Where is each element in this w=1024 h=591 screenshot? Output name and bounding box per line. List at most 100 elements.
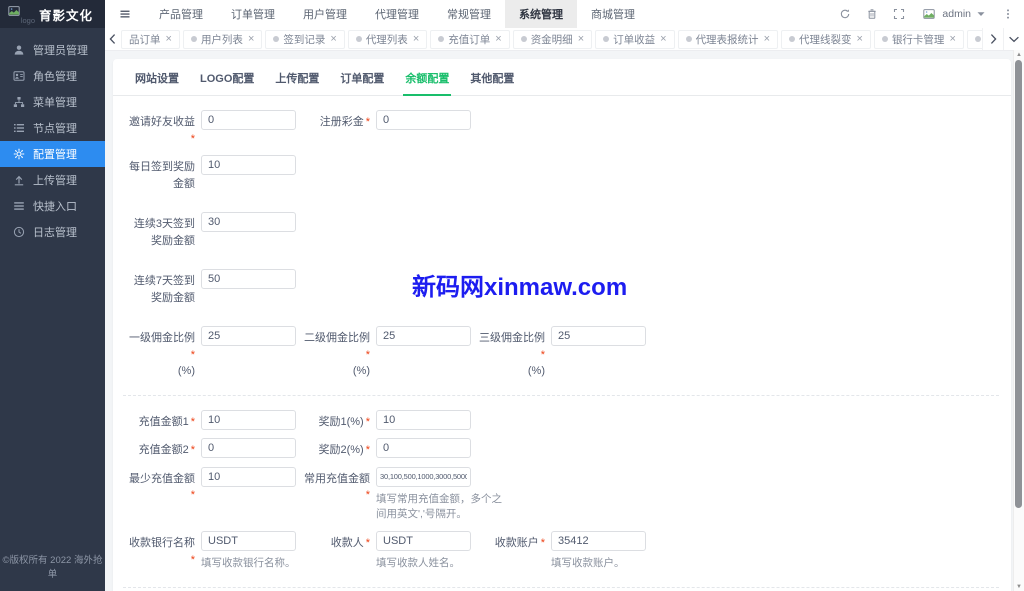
tab-close-icon[interactable]: × <box>578 34 584 45</box>
tabs-controls <box>982 28 1024 50</box>
required-asterisk: * <box>191 489 195 501</box>
config-tab-order[interactable]: 订单配置 <box>338 59 386 95</box>
sidebar-item-logs[interactable]: 日志管理 <box>0 219 105 245</box>
scroll-up-arrow-icon[interactable]: ▲ <box>1014 50 1024 59</box>
sidebar-item-config[interactable]: 配置管理 <box>0 141 105 167</box>
required-asterisk: * <box>366 444 370 456</box>
nav-item-order[interactable]: 订单管理 <box>217 0 289 28</box>
tab-status-dot <box>273 36 279 42</box>
recharge-amount-2-input[interactable] <box>201 438 296 458</box>
refresh-icon[interactable] <box>839 8 851 20</box>
open-tab-carousel[interactable]: 轮播图× <box>967 30 982 49</box>
tabs-scroll-left-button[interactable] <box>105 28 121 50</box>
field-label: 连续3天签到奖励金额 <box>123 212 195 249</box>
sidebar-item-admins[interactable]: 管理员管理 <box>0 37 105 63</box>
scroll-down-arrow-icon[interactable]: ▼ <box>1014 582 1024 591</box>
payee-name-input[interactable] <box>376 531 471 551</box>
vertical-scrollbar[interactable]: ▲ ▼ <box>1013 50 1024 591</box>
register-bonus-input[interactable] <box>376 110 471 130</box>
signin-7day-reward-input[interactable] <box>201 269 296 289</box>
tabs-list-button[interactable] <box>1003 28 1024 50</box>
open-tab-recharge-orders[interactable]: 充值订单× <box>430 30 509 49</box>
tab-close-icon[interactable]: × <box>413 34 419 45</box>
open-tab-signin-records[interactable]: 签到记录× <box>265 30 344 49</box>
open-tab-fund-details[interactable]: 资金明细 × <box>513 30 592 49</box>
nav-item-user[interactable]: 用户管理 <box>289 0 361 28</box>
config-tab-site[interactable]: 网站设置 <box>133 59 181 95</box>
level3-commission-input[interactable] <box>551 326 646 346</box>
tab-close-icon[interactable]: × <box>495 34 501 45</box>
tab-label: 代理列表 <box>366 32 408 47</box>
reward-1-input[interactable] <box>376 410 471 430</box>
nav-item-product[interactable]: 产品管理 <box>145 0 217 28</box>
tab-close-icon[interactable]: × <box>248 34 254 45</box>
tab-status-dot <box>603 36 609 42</box>
config-tabs: 网站设置 LOGO配置上传配置订单配置余额配置其他配置 <box>113 59 1011 96</box>
required-asterisk: * <box>191 444 195 456</box>
open-tab-bank-card[interactable]: 银行卡管理× <box>874 30 964 49</box>
nav-item-agent[interactable]: 代理管理 <box>361 0 433 28</box>
level1-commission-input[interactable] <box>201 326 296 346</box>
recharge-amount-1-input[interactable] <box>201 410 296 430</box>
signin-3day-reward-input[interactable] <box>201 212 296 232</box>
sidebar-item-menus[interactable]: 菜单管理 <box>0 89 105 115</box>
field-label: 奖励1(%)* <box>298 410 370 431</box>
trash-icon[interactable] <box>866 8 878 20</box>
open-tab-agent-line-split[interactable]: 代理线裂变× <box>781 30 871 49</box>
nav-item-system[interactable]: 系统管理 <box>505 0 577 28</box>
collapse-menu-button[interactable] <box>105 0 145 28</box>
fullscreen-icon[interactable] <box>893 8 905 20</box>
sidebar-item-nodes[interactable]: 节点管理 <box>0 115 105 141</box>
tab-close-icon[interactable]: × <box>857 34 863 45</box>
daily-signin-reward-input[interactable] <box>201 155 296 175</box>
field-daily-signin-reward: 每日签到奖励金额 <box>123 155 298 192</box>
logo-alt-text: logo <box>21 16 35 25</box>
upload-icon <box>13 174 25 186</box>
field-recharge-amount-1: 充值金额1* <box>123 410 298 431</box>
sidebar-item-roles[interactable]: 角色管理 <box>0 63 105 89</box>
field-label: 连续7天签到奖励金额 <box>123 269 195 306</box>
required-asterisk: * <box>191 554 195 566</box>
scrollbar-thumb[interactable] <box>1015 60 1022 508</box>
open-tab-user-list[interactable]: 用户列表× <box>183 30 262 49</box>
common-recharge-amounts-input[interactable] <box>376 467 471 487</box>
open-tab-order-income[interactable]: 订单收益× <box>595 30 674 49</box>
tab-close-icon[interactable]: × <box>660 34 666 45</box>
level2-commission-input[interactable] <box>376 326 471 346</box>
sidebar-item-shortcut[interactable]: 快捷入口 <box>0 193 105 219</box>
open-tab-agent-report-stats[interactable]: 代理表报统计× <box>678 30 778 49</box>
config-panel: 网站设置LOGO配置上传配置订单配置余额配置其他配置 邀请好友收益*注册彩金*每… <box>113 59 1011 591</box>
required-asterisk: * <box>366 349 370 361</box>
tab-close-icon[interactable]: × <box>166 34 172 45</box>
open-tab-agent-list[interactable]: 代理列表 × <box>348 30 427 49</box>
payee-account-input[interactable] <box>551 531 646 551</box>
sidebar-logo: logo 育影文化 <box>0 0 105 28</box>
more-options-icon[interactable] <box>1002 8 1014 20</box>
bank-name-input[interactable] <box>201 531 296 551</box>
tab-status-dot <box>356 36 362 42</box>
required-asterisk: * <box>191 416 195 428</box>
reward-2-input[interactable] <box>376 438 471 458</box>
sidebar-item-upload[interactable]: 上传管理 <box>0 167 105 193</box>
tab-close-icon[interactable]: × <box>764 34 770 45</box>
config-tab-balance[interactable]: 余额配置 <box>403 59 451 96</box>
field-label: 常用充值金额* <box>298 467 370 504</box>
sidebar-item-label: 上传管理 <box>33 172 77 188</box>
open-tab-product-order[interactable]: 品订单× <box>121 30 180 49</box>
nav-item-mall[interactable]: 商城管理 <box>577 0 649 28</box>
config-tab-other[interactable]: 其他配置 <box>468 59 516 95</box>
user-menu[interactable]: admin <box>920 7 987 22</box>
tab-close-icon[interactable]: × <box>949 34 955 45</box>
field-label: 收款人* <box>298 531 370 552</box>
required-asterisk: * <box>541 537 545 549</box>
min-recharge-amount-input[interactable] <box>201 467 296 487</box>
tab-close-icon[interactable]: × <box>330 34 336 45</box>
nav-item-general[interactable]: 常规管理 <box>433 0 505 28</box>
tab-label: 资金明细 <box>531 32 573 47</box>
config-tab-logo[interactable]: LOGO配置 <box>198 59 256 95</box>
required-asterisk: * <box>366 116 370 128</box>
tabs-scroll-right-button[interactable] <box>982 28 1003 50</box>
config-tab-upload[interactable]: 上传配置 <box>273 59 321 95</box>
tabs-strip: 品订单×用户列表×签到记录×代理列表×充值订单×资金明细×订单收益×代理表报统计… <box>121 30 982 49</box>
invite-friend-income-input[interactable] <box>201 110 296 130</box>
